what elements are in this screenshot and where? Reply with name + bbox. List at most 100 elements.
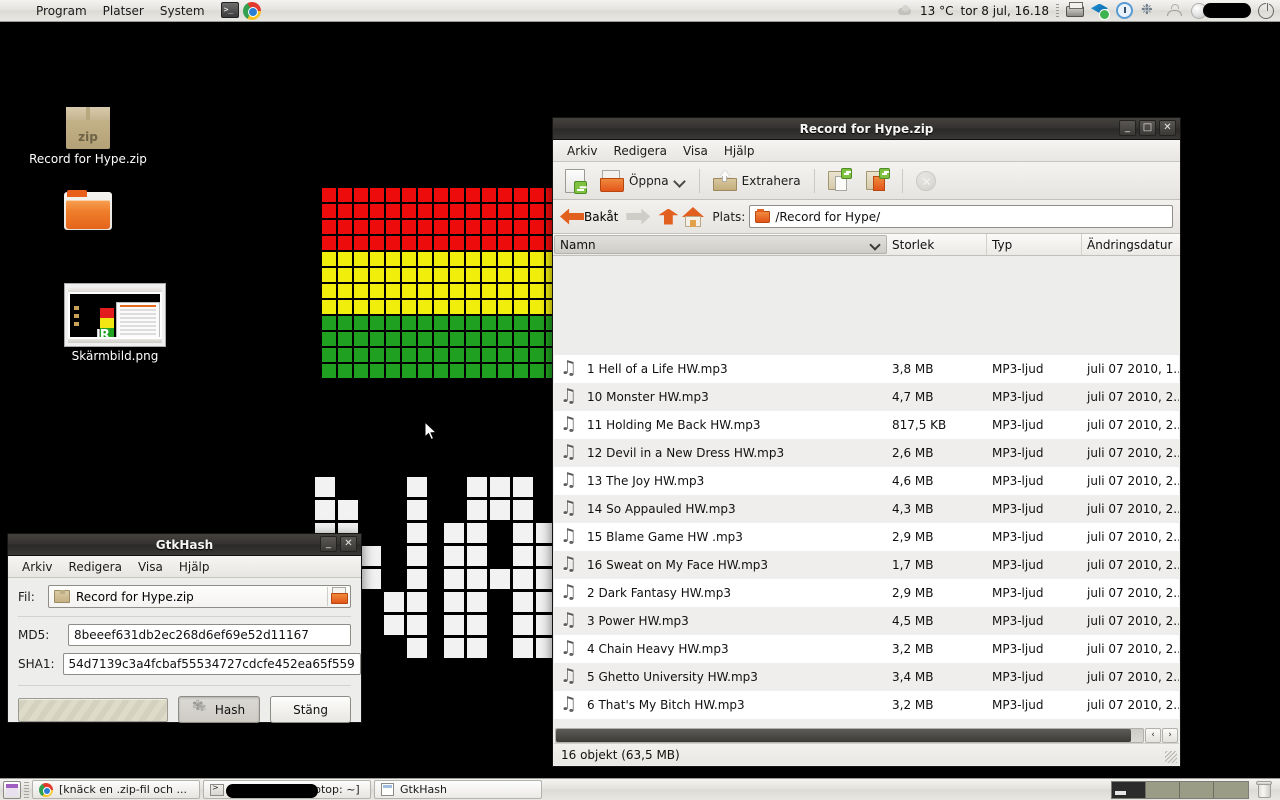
column-header-storlek[interactable]: Storlek	[887, 234, 987, 255]
gtkhash-titlebar[interactable]: GtkHash _ ✕	[8, 534, 361, 556]
table-row[interactable]: 4 Chain Heavy HW.mp33,2 MBMP3-ljudjuli 0…	[554, 635, 1179, 663]
file-modified: juli 07 2010, 2..	[1082, 502, 1179, 516]
table-row[interactable]: 12 Devil in a New Dress HW.mp32,6 MBMP3-…	[554, 439, 1179, 467]
desktop-icon-skarmbild-png[interactable]: JR Skärmbild.png	[50, 284, 180, 363]
gtkhash-window[interactable]: GtkHash _ ✕ Arkiv Redigera Visa Hjälp Fi…	[7, 533, 362, 723]
scrollbar-thumb[interactable]	[556, 729, 1131, 742]
wallpaper-grid-cell	[386, 236, 400, 250]
table-row[interactable]: 7 Runaway HW.mp38,4 MBMP3-ljudjuli 07 20…	[554, 719, 1179, 721]
dropbox-icon[interactable]	[1091, 2, 1109, 20]
menu-redigera[interactable]: Redigera	[61, 558, 130, 576]
hash-button[interactable]: Hash	[178, 696, 260, 723]
taskbar-grip[interactable]	[24, 782, 29, 798]
chrome-icon[interactable]	[243, 2, 261, 20]
menu-platser[interactable]: Platser	[95, 2, 152, 20]
file-chooser-button[interactable]: Record for Hype.zip	[48, 585, 351, 608]
up-button[interactable]	[656, 206, 678, 228]
menu-hjalp[interactable]: Hjälp	[171, 558, 218, 576]
minimize-button[interactable]: _	[1119, 120, 1136, 136]
workspace-4[interactable]	[1214, 782, 1248, 798]
table-row[interactable]: 10 Monster HW.mp34,7 MBMP3-ljudjuli 07 2…	[554, 383, 1179, 411]
user-menu[interactable]	[1191, 3, 1251, 19]
music-file-icon	[560, 612, 579, 631]
printer-icon[interactable]	[1066, 2, 1084, 20]
scroll-left-button[interactable]: ‹	[1145, 728, 1161, 743]
task-button-browser[interactable]: [knäck en .zip-fil och ...	[32, 780, 200, 799]
extract-button[interactable]: Extrahera	[707, 167, 807, 194]
menu-program[interactable]: Program	[28, 2, 95, 20]
back-button[interactable]	[560, 206, 582, 228]
column-header-typ[interactable]: Typ	[987, 234, 1082, 255]
maximize-button[interactable]: □	[1139, 120, 1156, 136]
wallpaper-grid-cell	[530, 284, 544, 298]
terminal-icon[interactable]	[221, 2, 239, 20]
task-button-gtkhash[interactable]: GtkHash	[374, 780, 542, 799]
menu-system[interactable]: System	[152, 2, 213, 20]
desktop-icon-folder[interactable]	[23, 190, 153, 233]
resize-grip[interactable]	[1165, 751, 1177, 763]
clock[interactable]: tor 8 jul, 16.18	[961, 4, 1050, 18]
close-button[interactable]: ✕	[1159, 120, 1176, 136]
workspace-switcher[interactable]	[1111, 781, 1249, 799]
wallpaper-grid-cell	[370, 300, 384, 314]
minimize-button[interactable]: _	[320, 536, 337, 552]
close-button[interactable]: ✕	[340, 536, 357, 552]
task-button-terminal[interactable]: ptop: ~]	[203, 780, 371, 799]
music-file-icon	[560, 556, 579, 575]
wallpaper-grid-cell	[482, 348, 496, 362]
toolbar-separator	[902, 169, 903, 193]
sha1-input[interactable]: 54d7139c3a4fcbaf55534727cdcfe452ea65f559	[63, 653, 361, 675]
open-archive-button[interactable]: Öppna	[594, 167, 692, 195]
archive-manager-window[interactable]: Record for Hype.zip _ □ ✕ Arkiv Redigera…	[552, 117, 1181, 767]
table-row[interactable]: 15 Blame Game HW .mp32,9 MBMP3-ljudjuli …	[554, 523, 1179, 551]
desktop[interactable]: zip Record for Hype.zip JR Skärmbild.png…	[0, 22, 1280, 778]
new-archive-button[interactable]	[559, 166, 591, 196]
show-desktop-button[interactable]	[3, 781, 21, 799]
table-row[interactable]: 2 Dark Fantasy HW.mp32,9 MBMP3-ljudjuli …	[554, 579, 1179, 607]
add-folder-button[interactable]	[860, 166, 895, 195]
close-dialog-button[interactable]: Stäng	[270, 696, 351, 723]
desktop-icon-record-for-hype-zip[interactable]: zip Record for Hype.zip	[23, 107, 153, 166]
horizontal-scrollbar[interactable]: ‹ ›	[555, 728, 1178, 743]
menu-visa[interactable]: Visa	[130, 558, 171, 576]
md5-input[interactable]: 8beeef631db2ec268d6ef69e52d11167	[68, 624, 351, 646]
scroll-right-button[interactable]: ›	[1162, 728, 1178, 743]
menu-hjalp[interactable]: Hjälp	[716, 142, 763, 160]
location-input[interactable]: /Record for Hype/	[749, 205, 1173, 228]
column-header-namn[interactable]: Namn	[554, 235, 887, 254]
file-name: 2 Dark Fantasy HW.mp3	[587, 586, 731, 600]
wallpaper-grid-cell	[322, 252, 336, 266]
menu-redigera[interactable]: Redigera	[606, 142, 675, 160]
table-row[interactable]: 5 Ghetto University HW.mp33,4 MBMP3-ljud…	[554, 663, 1179, 691]
workspace-2[interactable]	[1146, 782, 1180, 798]
menu-visa[interactable]: Visa	[675, 142, 716, 160]
wallpaper-letter-pixel	[467, 500, 487, 520]
wallpaper-letter-pixel	[467, 523, 487, 543]
chevron-down-icon[interactable]	[674, 175, 686, 187]
home-icon[interactable]	[682, 207, 704, 227]
column-header-andringsdatur[interactable]: Ändringsdatur	[1082, 234, 1180, 255]
file-modified: juli 07 2010, 2..	[1082, 390, 1179, 404]
menu-arkiv[interactable]: Arkiv	[559, 142, 606, 160]
table-row[interactable]: 16 Sweat on My Face HW.mp31,7 MBMP3-ljud…	[554, 551, 1179, 579]
volume-icon[interactable]	[1166, 2, 1184, 20]
menu-arkiv[interactable]: Arkiv	[14, 558, 61, 576]
scrollbar-trough[interactable]	[555, 728, 1144, 743]
wallpaper-grid-cell	[402, 284, 416, 298]
table-row[interactable]: 14 So Appauled HW.mp34,3 MBMP3-ljudjuli …	[554, 495, 1179, 523]
trash-icon[interactable]	[1255, 781, 1273, 799]
table-row[interactable]: 1 Hell of a Life HW.mp33,8 MBMP3-ljudjul…	[554, 355, 1179, 383]
bluetooth-icon[interactable]: ❉	[1141, 2, 1159, 20]
archive-titlebar[interactable]: Record for Hype.zip _ □ ✕	[553, 118, 1180, 140]
table-row[interactable]: 6 That's My Bitch HW.mp33,2 MBMP3-ljudju…	[554, 691, 1179, 719]
table-row[interactable]: 11 Holding Me Back HW.mp3817,5 KBMP3-lju…	[554, 411, 1179, 439]
workspace-3[interactable]	[1180, 782, 1214, 798]
file-list[interactable]: 1 Hell of a Life HW.mp33,8 MBMP3-ljudjul…	[554, 355, 1179, 721]
table-row[interactable]: 3 Power HW.mp34,5 MBMP3-ljudjuli 07 2010…	[554, 607, 1179, 635]
power-icon[interactable]	[1258, 3, 1274, 19]
workspace-1[interactable]	[1112, 782, 1146, 798]
browse-file-icon[interactable]	[327, 587, 348, 606]
update-manager-icon[interactable]	[1116, 2, 1134, 20]
table-row[interactable]: 13 The Joy HW.mp34,6 MBMP3-ljudjuli 07 2…	[554, 467, 1179, 495]
add-files-button[interactable]	[822, 166, 857, 195]
